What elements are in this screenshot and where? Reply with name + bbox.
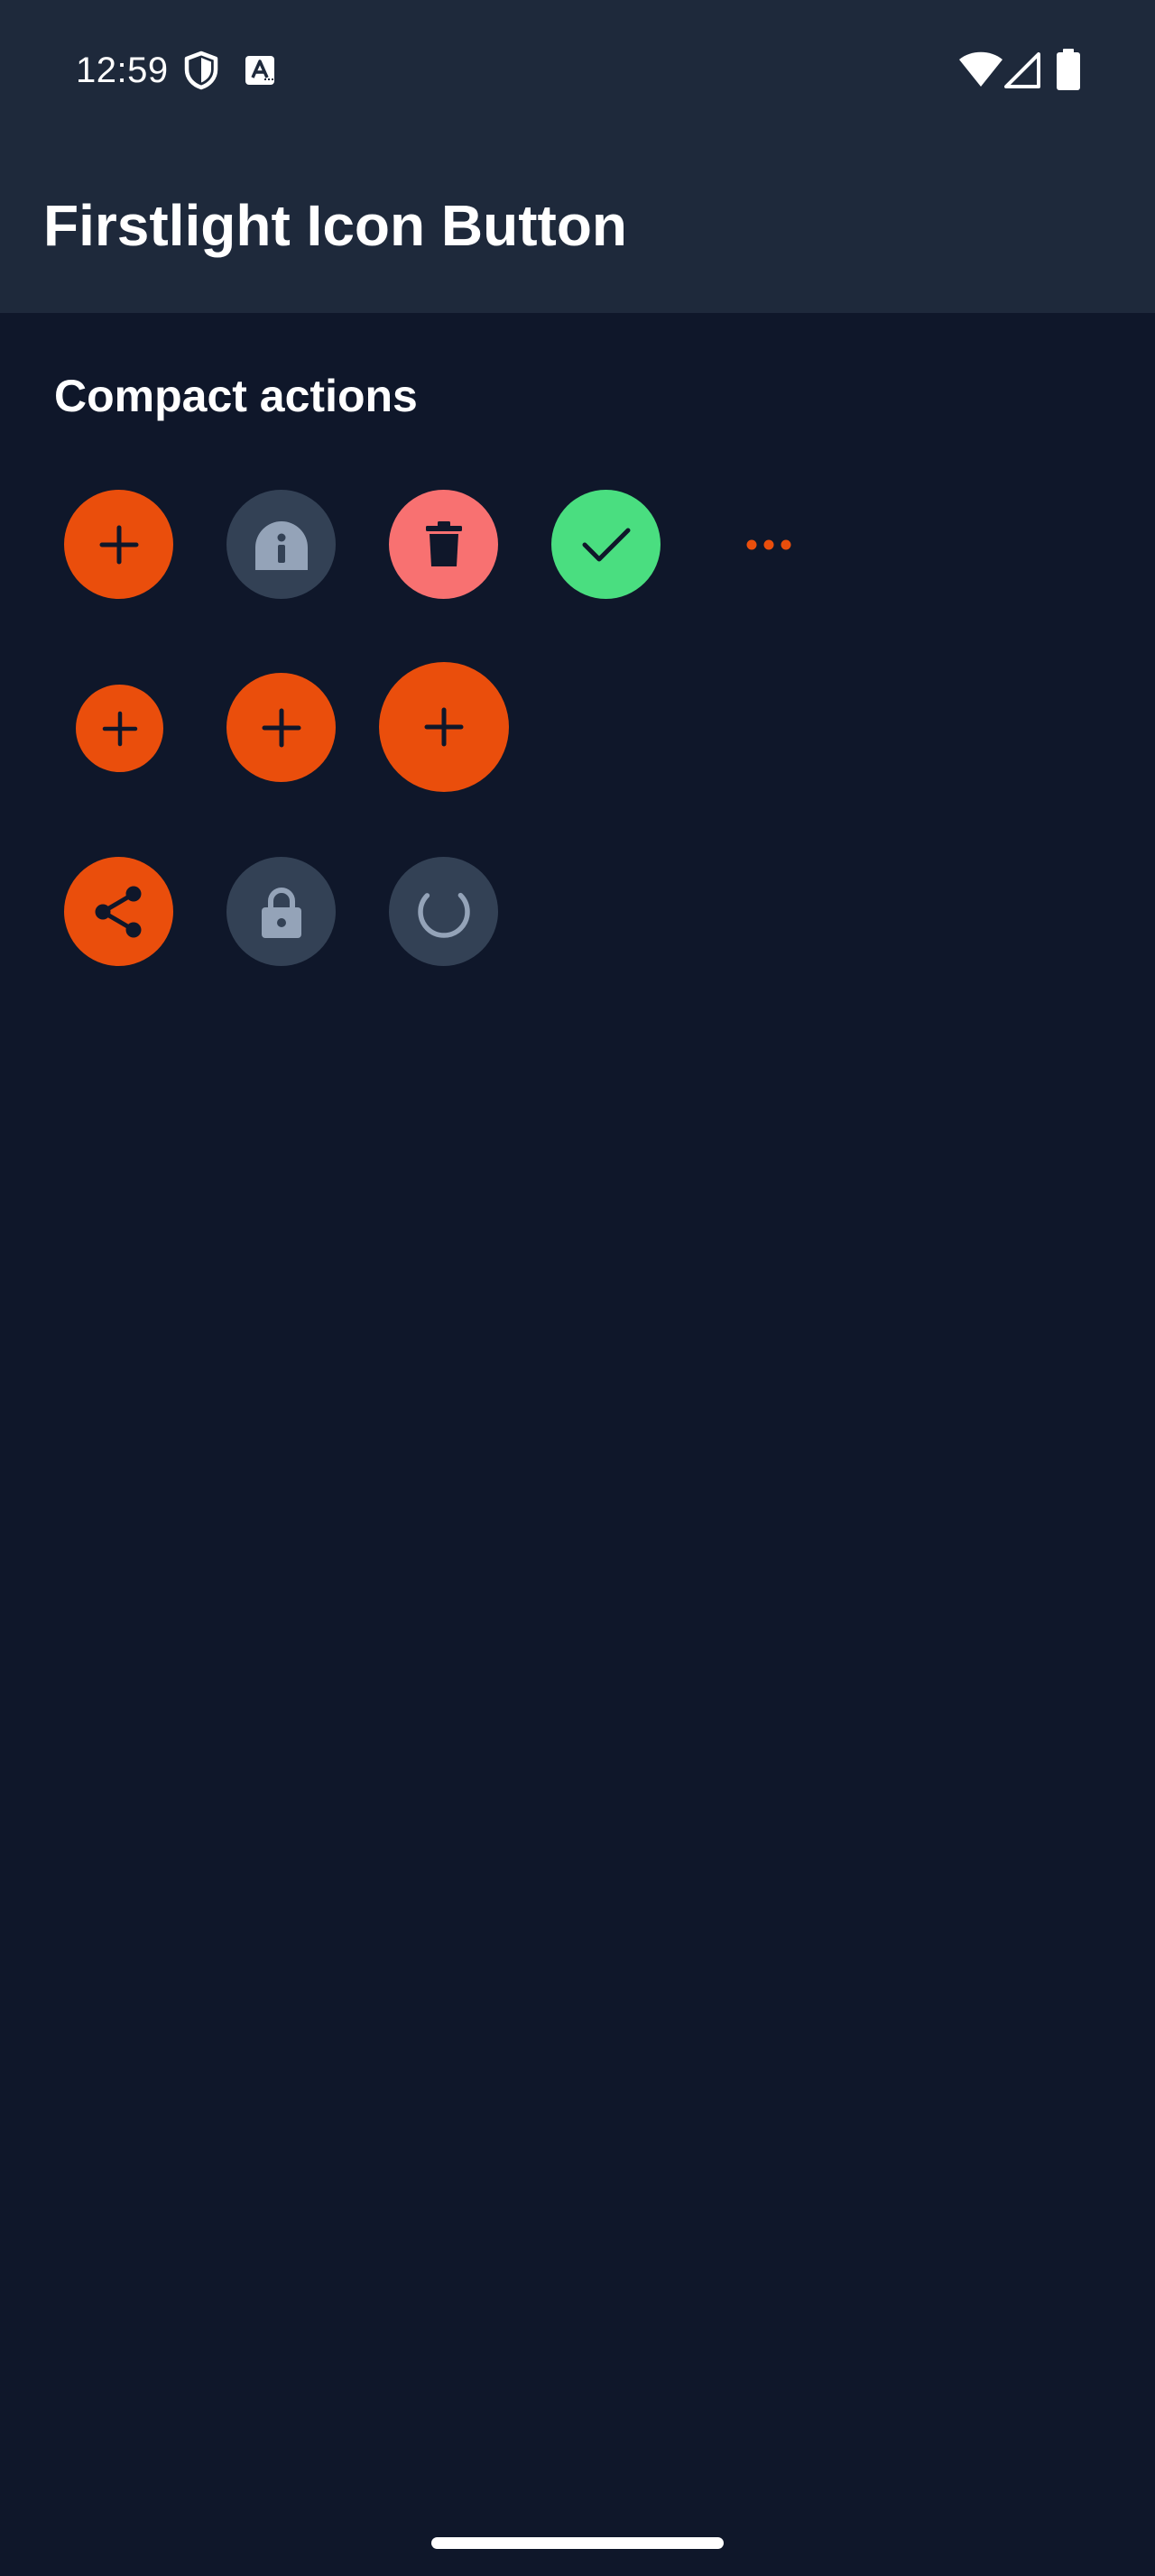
share-icon: [92, 885, 146, 939]
shield-icon: [183, 51, 219, 95]
loading-button[interactable]: [389, 857, 498, 966]
add-button-small[interactable]: [76, 685, 163, 772]
add-button-medium[interactable]: [226, 673, 336, 782]
signal-icon: [1004, 52, 1040, 93]
more-button[interactable]: [714, 490, 823, 599]
check-icon: [581, 525, 632, 565]
confirm-button[interactable]: [551, 490, 661, 599]
locked-button[interactable]: [226, 857, 336, 966]
plus-icon: [102, 711, 138, 747]
home-indicator[interactable]: [431, 2537, 724, 2549]
share-button[interactable]: [64, 857, 173, 966]
wifi-icon: [958, 51, 1003, 93]
section-title: Compact actions: [54, 371, 418, 421]
plus-icon: [98, 524, 140, 566]
info-icon: [254, 520, 310, 570]
status-bar: 12:59: [0, 0, 1155, 135]
info-button[interactable]: [226, 490, 336, 599]
text-a-icon: [244, 54, 276, 91]
spinner-icon: [415, 883, 473, 941]
trash-icon: [424, 520, 464, 568]
add-button-large[interactable]: [379, 662, 509, 792]
more-horizontal-icon: [745, 538, 792, 551]
add-button[interactable]: [64, 490, 173, 599]
plus-icon: [423, 706, 465, 748]
status-time: 12:59: [76, 51, 169, 90]
lock-icon: [260, 886, 303, 938]
plus-icon: [261, 707, 302, 749]
battery-icon: [1057, 49, 1080, 95]
delete-button[interactable]: [389, 490, 498, 599]
page-title: Firstlight Icon Button: [43, 193, 627, 258]
